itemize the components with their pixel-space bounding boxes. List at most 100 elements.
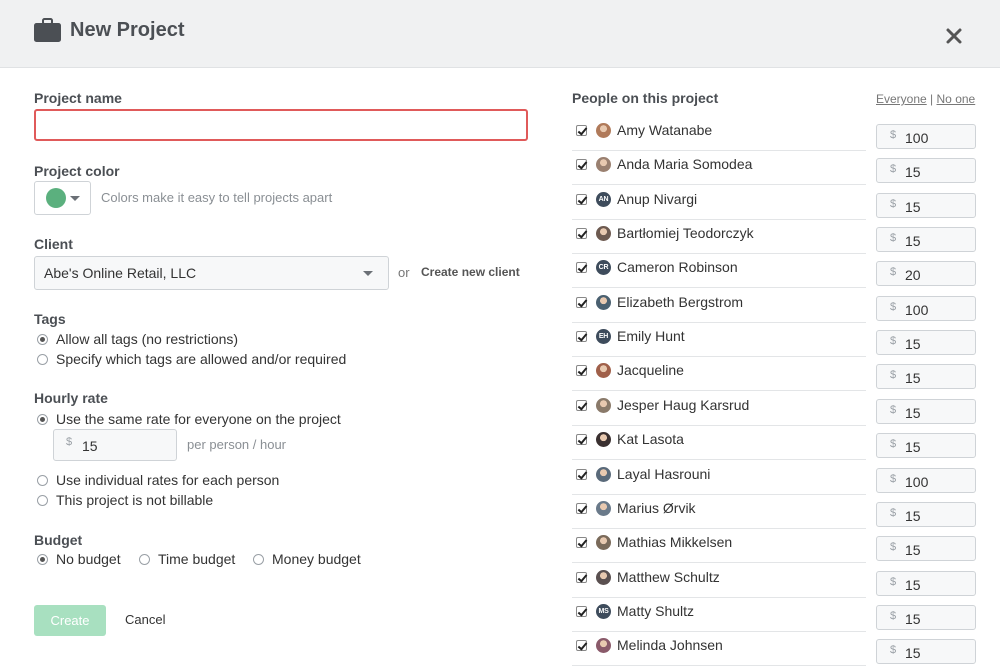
person-row: Mathias Mikkelsen $15 bbox=[572, 529, 976, 564]
chevron-down-icon bbox=[363, 271, 373, 276]
client-label: Client bbox=[34, 236, 73, 252]
person-row: Amy Watanabe $100 bbox=[572, 117, 976, 151]
budget-option-time[interactable]: Time budget bbox=[139, 551, 235, 567]
rate-option-not-billable[interactable]: This project is not billable bbox=[37, 492, 213, 508]
currency-symbol: $ bbox=[890, 232, 897, 245]
avatar bbox=[596, 123, 611, 138]
person-row: AN Anup Nivargi $15 bbox=[572, 186, 976, 220]
avatar: EH bbox=[596, 329, 611, 345]
person-rate-input[interactable]: $15 bbox=[876, 536, 976, 562]
person-rate-value: 15 bbox=[905, 370, 921, 387]
cancel-button[interactable]: Cancel bbox=[125, 612, 165, 627]
person-rate-value: 15 bbox=[905, 336, 921, 353]
rate-option-same[interactable]: Use the same rate for everyone on the pr… bbox=[37, 411, 341, 427]
avatar bbox=[596, 638, 611, 654]
project-color-label: Project color bbox=[34, 163, 120, 179]
person-rate-value: 15 bbox=[905, 610, 921, 627]
avatar bbox=[596, 157, 611, 173]
person-rate-input[interactable]: $20 bbox=[876, 261, 976, 287]
person-checkbox[interactable] bbox=[576, 331, 587, 343]
person-checkbox[interactable] bbox=[576, 262, 587, 274]
person-checkbox[interactable] bbox=[576, 640, 587, 652]
close-icon[interactable] bbox=[945, 27, 963, 45]
project-color-picker[interactable] bbox=[34, 181, 91, 215]
avatar: MS bbox=[596, 603, 611, 619]
select-no-one-link[interactable]: No one bbox=[937, 92, 976, 106]
person-rate-input[interactable]: $15 bbox=[876, 604, 976, 630]
tags-option-all[interactable]: Allow all tags (no restrictions) bbox=[37, 331, 238, 347]
person-row: Melinda Johnsen $15 bbox=[572, 632, 976, 667]
person-row: Marius Ørvik $15 bbox=[572, 495, 976, 529]
radio-button[interactable] bbox=[253, 553, 264, 565]
person-rate-input[interactable]: $15 bbox=[876, 158, 976, 184]
radio-button[interactable] bbox=[37, 333, 48, 345]
person-name: Anda Maria Somodea bbox=[617, 156, 753, 173]
person-row: CR Cameron Robinson $20 bbox=[572, 254, 976, 289]
person-rate-input[interactable]: $15 bbox=[876, 330, 976, 356]
person-rate-input[interactable]: $100 bbox=[876, 467, 976, 493]
person-rate-value: 15 bbox=[905, 542, 921, 559]
currency-symbol: $ bbox=[890, 266, 897, 279]
person-name: Matty Shultz bbox=[617, 602, 695, 619]
budget-option-none[interactable]: No budget bbox=[37, 551, 121, 567]
radio-button[interactable] bbox=[37, 353, 48, 365]
currency-symbol: $ bbox=[890, 644, 897, 657]
person-name: Anup Nivargi bbox=[617, 190, 698, 207]
radio-label: Money budget bbox=[272, 551, 361, 567]
person-rate-input[interactable]: $15 bbox=[876, 398, 976, 424]
person-name: Jacqueline bbox=[617, 362, 684, 379]
modal-title: New Project bbox=[70, 19, 185, 41]
person-row: Anda Maria Somodea $15 bbox=[572, 151, 976, 186]
person-rate-input[interactable]: $15 bbox=[876, 639, 976, 665]
briefcase-icon bbox=[34, 18, 61, 48]
person-rate-input[interactable]: $15 bbox=[876, 192, 976, 218]
person-checkbox[interactable] bbox=[576, 365, 587, 377]
person-name: Bartłomiej Teodorczyk bbox=[617, 225, 754, 242]
client-select[interactable]: Abe's Online Retail, LLC bbox=[34, 256, 389, 290]
or-text: or bbox=[398, 265, 410, 280]
select-everyone-link[interactable]: Everyone bbox=[876, 92, 927, 106]
person-checkbox[interactable] bbox=[576, 399, 587, 411]
person-checkbox[interactable] bbox=[576, 537, 587, 549]
rate-option-individual[interactable]: Use individual rates for each person bbox=[37, 472, 279, 488]
person-rate-value: 15 bbox=[905, 404, 921, 421]
person-rate-input[interactable]: $15 bbox=[876, 433, 976, 459]
person-name: Matthew Schultz bbox=[617, 568, 720, 585]
person-row: Matthew Schultz $15 bbox=[572, 564, 976, 598]
person-checkbox[interactable] bbox=[576, 296, 587, 308]
project-name-input[interactable] bbox=[34, 109, 528, 141]
radio-button[interactable] bbox=[37, 413, 48, 425]
person-checkbox[interactable] bbox=[576, 468, 587, 480]
person-row: Jesper Haug Karsrud $15 bbox=[572, 392, 976, 426]
hourly-rate-input[interactable]: $ 15 bbox=[53, 429, 177, 461]
person-checkbox[interactable] bbox=[576, 228, 587, 240]
radio-label: Use individual rates for each person bbox=[56, 472, 280, 488]
person-rate-input[interactable]: $15 bbox=[876, 501, 976, 527]
currency-symbol: $ bbox=[890, 575, 897, 588]
avatar bbox=[596, 397, 611, 413]
budget-option-money[interactable]: Money budget bbox=[253, 551, 361, 567]
person-rate-value: 15 bbox=[905, 576, 921, 593]
person-checkbox[interactable] bbox=[576, 125, 587, 136]
person-checkbox[interactable] bbox=[576, 502, 587, 514]
person-checkbox[interactable] bbox=[576, 571, 587, 583]
person-rate-input[interactable]: $100 bbox=[876, 295, 976, 321]
person-rate-input[interactable]: $100 bbox=[876, 124, 976, 149]
person-checkbox[interactable] bbox=[576, 434, 587, 446]
radio-button[interactable] bbox=[37, 474, 48, 486]
tags-option-specify[interactable]: Specify which tags are allowed and/or re… bbox=[37, 351, 346, 367]
create-button[interactable]: Create bbox=[34, 605, 106, 636]
radio-button[interactable] bbox=[37, 553, 48, 565]
person-checkbox[interactable] bbox=[576, 193, 587, 205]
radio-button[interactable] bbox=[139, 553, 150, 565]
person-checkbox[interactable] bbox=[576, 159, 587, 171]
person-rate-input[interactable]: $15 bbox=[876, 364, 976, 390]
person-rate-value: 100 bbox=[905, 301, 929, 318]
person-rate-input[interactable]: $15 bbox=[876, 570, 976, 596]
person-rate-input[interactable]: $15 bbox=[876, 227, 976, 253]
person-name: Emily Hunt bbox=[617, 328, 685, 345]
person-name: Jesper Haug Karsrud bbox=[617, 396, 750, 413]
person-checkbox[interactable] bbox=[576, 605, 587, 617]
radio-button[interactable] bbox=[37, 494, 48, 506]
create-new-client-link[interactable]: Create new client bbox=[421, 265, 520, 279]
